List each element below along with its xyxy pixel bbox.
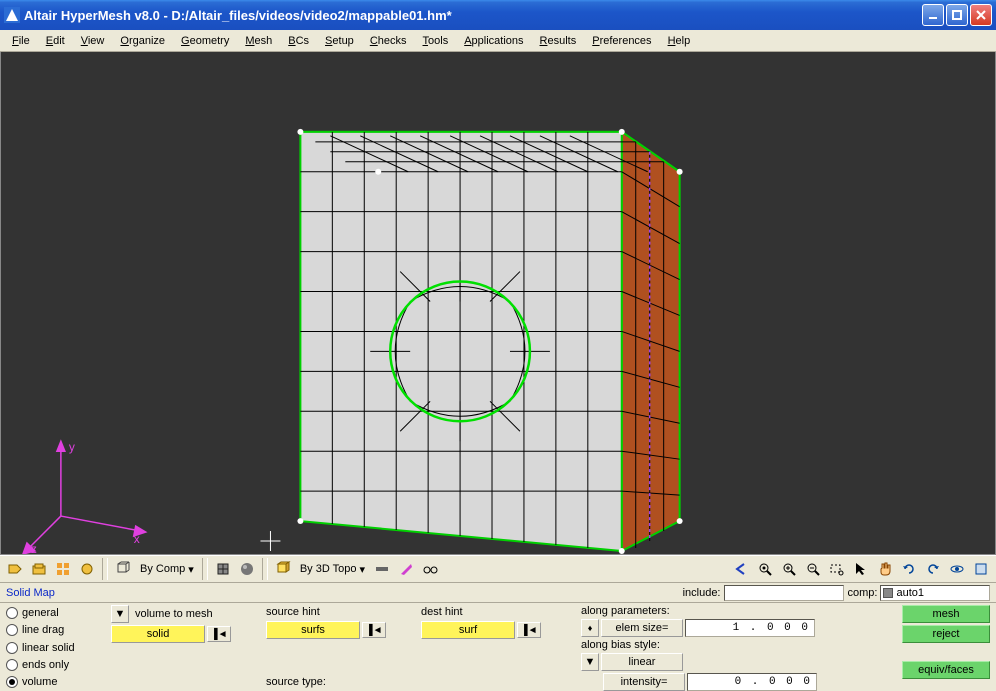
equiv-faces-button[interactable]: equiv/faces xyxy=(902,661,990,679)
menu-preferences[interactable]: Preferences xyxy=(584,35,659,47)
wireframe-cube-icon[interactable] xyxy=(112,558,134,580)
radio-ends-only-label: ends only xyxy=(22,659,69,671)
app-icon xyxy=(4,7,20,23)
zoom-window-icon[interactable] xyxy=(826,558,848,580)
window-title: Altair HyperMesh v8.0 - D:/Altair_files/… xyxy=(24,8,922,23)
by-3d-topo-dropdown[interactable]: By 3D Topo ▾ xyxy=(296,558,369,580)
shaded-wireframe-icon[interactable] xyxy=(212,558,234,580)
volume-to-mesh-toggle[interactable]: ▼ xyxy=(111,605,129,623)
zoom-extents-icon[interactable] xyxy=(754,558,776,580)
zoom-in-icon[interactable] xyxy=(778,558,800,580)
window-control-group xyxy=(922,4,992,26)
axis-label-z: z xyxy=(31,542,37,554)
menu-help[interactable]: Help xyxy=(660,35,699,47)
radio-linear-solid-label: linear solid xyxy=(22,642,75,654)
pick-cursor-icon xyxy=(260,531,280,551)
reject-button[interactable]: reject xyxy=(902,625,990,643)
pan-hand-icon[interactable] xyxy=(874,558,896,580)
main-toolbar: By Comp ▾ By 3D Topo ▾ xyxy=(0,555,996,583)
axis-triad xyxy=(23,441,146,554)
include-input[interactable] xyxy=(724,585,844,601)
along-parameters-label: along parameters: xyxy=(581,605,871,617)
elem-size-toggle[interactable]: ♦ xyxy=(581,619,599,637)
linear-toggle[interactable]: ▼ xyxy=(581,653,599,671)
back-arrow-icon[interactable] xyxy=(730,558,752,580)
dest-hint-label: dest hint xyxy=(421,605,581,619)
comp-field: comp: auto1 xyxy=(848,585,991,601)
comp-value: auto1 xyxy=(896,587,924,599)
tool-a-icon[interactable] xyxy=(371,558,393,580)
source-type-label: source type: xyxy=(266,675,421,689)
axis-label-y: y xyxy=(69,440,75,454)
dest-hint-selector[interactable]: surf xyxy=(421,621,515,639)
menu-applications[interactable]: Applications xyxy=(456,35,531,47)
radio-line-drag[interactable] xyxy=(6,624,18,636)
solid-advance-button[interactable]: ▐◄ xyxy=(207,626,231,642)
include-label: include: xyxy=(683,587,721,599)
menu-mesh[interactable]: Mesh xyxy=(237,35,280,47)
menu-checks[interactable]: Checks xyxy=(362,35,415,47)
menu-results[interactable]: Results xyxy=(532,35,585,47)
topo-cube-icon[interactable] xyxy=(272,558,294,580)
radio-general-label: general xyxy=(22,607,59,619)
intensity-label[interactable]: intensity= xyxy=(603,673,685,691)
solid-map-panel: general line drag linear solid ends only… xyxy=(0,603,996,690)
radio-line-drag-label: line drag xyxy=(22,624,64,636)
rotate-left-icon[interactable] xyxy=(922,558,944,580)
assemblies-icon[interactable] xyxy=(28,558,50,580)
entity-icon[interactable] xyxy=(76,558,98,580)
volume-to-mesh-label: volume to mesh xyxy=(131,608,213,620)
source-hint-advance-button[interactable]: ▐◄ xyxy=(362,622,386,638)
menu-file[interactable]: File xyxy=(4,35,38,47)
by-comp-dropdown[interactable]: By Comp ▾ xyxy=(136,558,198,580)
intensity-value[interactable]: 0 . 0 0 0 xyxy=(687,673,817,691)
model-viewport[interactable]: y x z xyxy=(0,52,996,555)
source-hint-label: source hint xyxy=(266,605,421,619)
dest-hint-advance-button[interactable]: ▐◄ xyxy=(517,622,541,638)
menu-geometry[interactable]: Geometry xyxy=(173,35,237,47)
comp-label: comp: xyxy=(848,587,878,599)
radio-linear-solid[interactable] xyxy=(6,642,18,654)
magenta-tool-icon[interactable] xyxy=(395,558,417,580)
maximize-button[interactable] xyxy=(946,4,968,26)
minimize-button[interactable] xyxy=(922,4,944,26)
viewport-svg: y x z xyxy=(1,52,995,554)
menu-organize[interactable]: Organize xyxy=(112,35,173,47)
menu-tools[interactable]: Tools xyxy=(415,35,457,47)
panel-header: Solid Map include: comp: auto1 xyxy=(0,583,996,603)
axis-label-x: x xyxy=(134,532,140,546)
card-icon[interactable] xyxy=(52,558,74,580)
elem-size-label[interactable]: elem size= xyxy=(601,619,683,637)
panel-title: Solid Map xyxy=(6,587,55,599)
spectacles-icon[interactable] xyxy=(419,558,441,580)
linear-label[interactable]: linear xyxy=(601,653,683,671)
menu-bar: File Edit View Organize Geometry Mesh BC… xyxy=(0,30,996,52)
rotate-right-icon[interactable] xyxy=(898,558,920,580)
arrow-cursor-icon[interactable] xyxy=(850,558,872,580)
zoom-out-icon[interactable] xyxy=(802,558,824,580)
elem-size-value[interactable]: 1 . 0 0 0 xyxy=(685,619,815,637)
menu-setup[interactable]: Setup xyxy=(317,35,362,47)
close-button[interactable] xyxy=(970,4,992,26)
menu-view[interactable]: View xyxy=(73,35,113,47)
orbit-icon[interactable] xyxy=(946,558,968,580)
radio-general[interactable] xyxy=(6,607,18,619)
comp-selector[interactable]: auto1 xyxy=(880,585,990,601)
source-hint-selector[interactable]: surfs xyxy=(266,621,360,639)
shaded-icon[interactable] xyxy=(236,558,258,580)
radio-volume-label: volume xyxy=(22,676,57,688)
mesh-button[interactable]: mesh xyxy=(902,605,990,623)
along-bias-style-label: along bias style: xyxy=(581,639,871,651)
radio-volume[interactable] xyxy=(6,676,18,688)
collectors-icon[interactable] xyxy=(4,558,26,580)
radio-ends-only[interactable] xyxy=(6,659,18,671)
menu-edit[interactable]: Edit xyxy=(38,35,73,47)
include-field: include: xyxy=(683,585,844,601)
menu-bcs[interactable]: BCs xyxy=(280,35,317,47)
view-xy-icon[interactable] xyxy=(970,558,992,580)
solid-selector[interactable]: solid xyxy=(111,625,205,643)
title-bar: Altair HyperMesh v8.0 - D:/Altair_files/… xyxy=(0,0,996,30)
